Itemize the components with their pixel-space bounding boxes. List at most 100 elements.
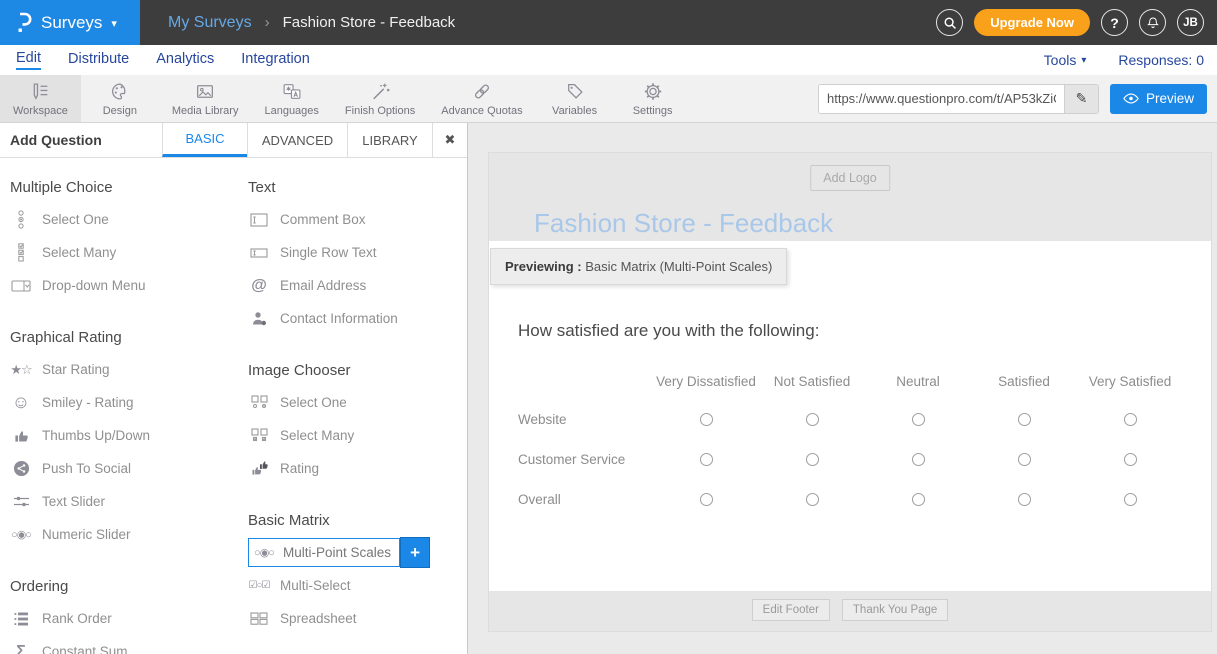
notifications-button[interactable]	[1139, 9, 1166, 36]
edit-url-button[interactable]: ✎	[1064, 85, 1098, 113]
tab-basic[interactable]: BASIC	[162, 123, 247, 157]
design-label: Design	[103, 105, 137, 117]
toolbar-settings[interactable]: Settings	[614, 75, 692, 122]
matrix-radio[interactable]	[700, 453, 713, 466]
qtype-numeric-slider[interactable]: ○◉○ Numeric Slider	[10, 518, 238, 551]
matrix-radio[interactable]	[806, 453, 819, 466]
toolbar-variables[interactable]: Variables	[536, 75, 614, 122]
thank-you-page-button[interactable]: Thank You Page	[842, 599, 948, 621]
survey-card: Add Logo Fashion Store - Feedback How sa…	[488, 152, 1212, 632]
numeric-slider-icon: ○◉○	[10, 528, 32, 541]
add-question-header: Add Question BASIC ADVANCED LIBRARY ✖	[0, 123, 467, 158]
qtype-smiley-rating[interactable]: ☺ Smiley - Rating	[10, 386, 238, 419]
survey-title[interactable]: Fashion Store - Feedback	[534, 208, 833, 239]
qtype-label: Single Row Text	[280, 245, 377, 260]
tab-integration[interactable]: Integration	[241, 51, 310, 69]
media-library-label: Media Library	[172, 105, 239, 117]
qtype-text-slider[interactable]: Text Slider	[10, 485, 238, 518]
product-menu-label: Surveys	[41, 13, 102, 33]
help-button[interactable]: ?	[1101, 9, 1128, 36]
qtype-label: Select Many	[280, 428, 354, 443]
qtype-rank-order[interactable]: Rank Order	[10, 602, 238, 635]
qtype-single-row-text[interactable]: Single Row Text	[248, 236, 476, 269]
matrix-radio[interactable]	[806, 413, 819, 426]
toolbar-design[interactable]: Design	[81, 75, 159, 122]
section-basic-matrix: Basic Matrix	[248, 511, 476, 531]
add-multi-point-scales-button[interactable]: +	[400, 537, 430, 568]
multi-point-scales-box[interactable]: ○◉○ Multi-Point Scales	[248, 538, 400, 567]
qtype-image-select-many[interactable]: Select Many	[248, 419, 476, 452]
finish-options-wand-icon	[369, 81, 391, 102]
sigma-icon: Σ	[10, 643, 32, 654]
qtype-star-rating[interactable]: ★☆ Star Rating	[10, 353, 238, 386]
qtype-email-address[interactable]: @ Email Address	[248, 269, 476, 302]
spreadsheet-icon	[248, 612, 270, 625]
upgrade-now-button[interactable]: Upgrade Now	[974, 9, 1090, 36]
tools-label: Tools	[1044, 52, 1077, 68]
matrix-radio[interactable]	[1018, 413, 1031, 426]
qtype-thumbs-up-down[interactable]: Thumbs Up/Down	[10, 419, 238, 452]
add-logo-button[interactable]: Add Logo	[810, 165, 890, 191]
breadcrumb-my-surveys[interactable]: My Surveys	[168, 14, 252, 32]
toolbar-finish-options[interactable]: Finish Options	[332, 75, 428, 122]
matrix-radio[interactable]	[1018, 453, 1031, 466]
tab-library[interactable]: LIBRARY	[347, 123, 432, 157]
toolbar-workspace[interactable]: Workspace	[0, 75, 81, 122]
matrix-radio[interactable]	[806, 493, 819, 506]
close-panel-button[interactable]: ✖	[432, 123, 467, 157]
search-button[interactable]	[936, 9, 963, 36]
qtype-dropdown-menu[interactable]: Drop-down Menu	[10, 269, 238, 302]
tab-analytics[interactable]: Analytics	[156, 51, 214, 69]
qtype-select-many[interactable]: Select Many	[10, 236, 238, 269]
matrix-radio[interactable]	[912, 493, 925, 506]
preview-button[interactable]: Preview	[1110, 84, 1207, 114]
pencil-icon: ✎	[1076, 90, 1088, 106]
qtype-contact-information[interactable]: Contact Information	[248, 302, 476, 335]
tab-advanced[interactable]: ADVANCED	[247, 123, 347, 157]
toolbar-media-library[interactable]: Media Library	[159, 75, 252, 122]
responses-count[interactable]: Responses: 0	[1118, 52, 1204, 68]
qtype-label: Drop-down Menu	[42, 278, 146, 293]
product-switcher[interactable]: Surveys ▾	[0, 0, 140, 45]
add-question-title: Add Question	[0, 123, 162, 157]
matrix-radio[interactable]	[700, 413, 713, 426]
matrix-radio[interactable]	[700, 493, 713, 506]
qtype-multi-select[interactable]: ☑○☑ Multi-Select	[248, 569, 476, 602]
toolbar-advance-quotas[interactable]: Advance Quotas	[428, 75, 535, 122]
qtype-constant-sum[interactable]: Σ Constant Sum	[10, 635, 238, 654]
qtype-push-to-social[interactable]: Push To Social	[10, 452, 238, 485]
matrix-radio[interactable]	[912, 413, 925, 426]
qtype-select-one[interactable]: Select One	[10, 203, 238, 236]
matrix-header-row: Very Dissatisfied Not Satisfied Neutral …	[518, 363, 1211, 399]
question-preview-panel: How satisfied are you with the following…	[489, 241, 1211, 591]
tools-menu[interactable]: Tools ▾	[1044, 52, 1087, 68]
qtype-image-rating[interactable]: Rating	[248, 452, 476, 485]
languages-icon	[281, 81, 303, 102]
tab-edit[interactable]: Edit	[16, 50, 41, 70]
matrix-radio[interactable]	[1124, 413, 1137, 426]
matrix-radio[interactable]	[1124, 453, 1137, 466]
survey-url-input[interactable]	[819, 85, 1064, 113]
qtype-multi-point-scales-selected[interactable]: ○◉○ Multi-Point Scales +	[248, 536, 476, 569]
toolbar-languages[interactable]: Languages	[251, 75, 331, 122]
star-rating-icon: ★☆	[10, 362, 32, 378]
image-select-many-icon	[248, 428, 270, 443]
avatar[interactable]: JB	[1177, 9, 1204, 36]
breadcrumb-current-survey: Fashion Store - Feedback	[283, 14, 456, 31]
matrix-radio[interactable]	[1124, 493, 1137, 506]
chevron-down-icon: ▾	[1081, 55, 1086, 66]
matrix-radio[interactable]	[912, 453, 925, 466]
matrix-column-header: Very Satisfied	[1077, 374, 1183, 389]
single-row-text-icon	[248, 248, 270, 258]
qtype-image-select-one[interactable]: Select One	[248, 386, 476, 419]
matrix-radio[interactable]	[1018, 493, 1031, 506]
edit-footer-button[interactable]: Edit Footer	[752, 599, 830, 621]
survey-url-group: ✎	[818, 84, 1099, 114]
variables-tag-icon	[564, 81, 586, 102]
qtype-spreadsheet[interactable]: Spreadsheet	[248, 602, 476, 635]
question-types-column-2: Text Comment Box Single Row Text @ Email…	[248, 168, 476, 654]
breadcrumb: My Surveys › Fashion Store - Feedback	[168, 14, 455, 32]
smiley-icon: ☺	[10, 392, 32, 413]
qtype-comment-box[interactable]: Comment Box	[248, 203, 476, 236]
tab-distribute[interactable]: Distribute	[68, 51, 129, 69]
